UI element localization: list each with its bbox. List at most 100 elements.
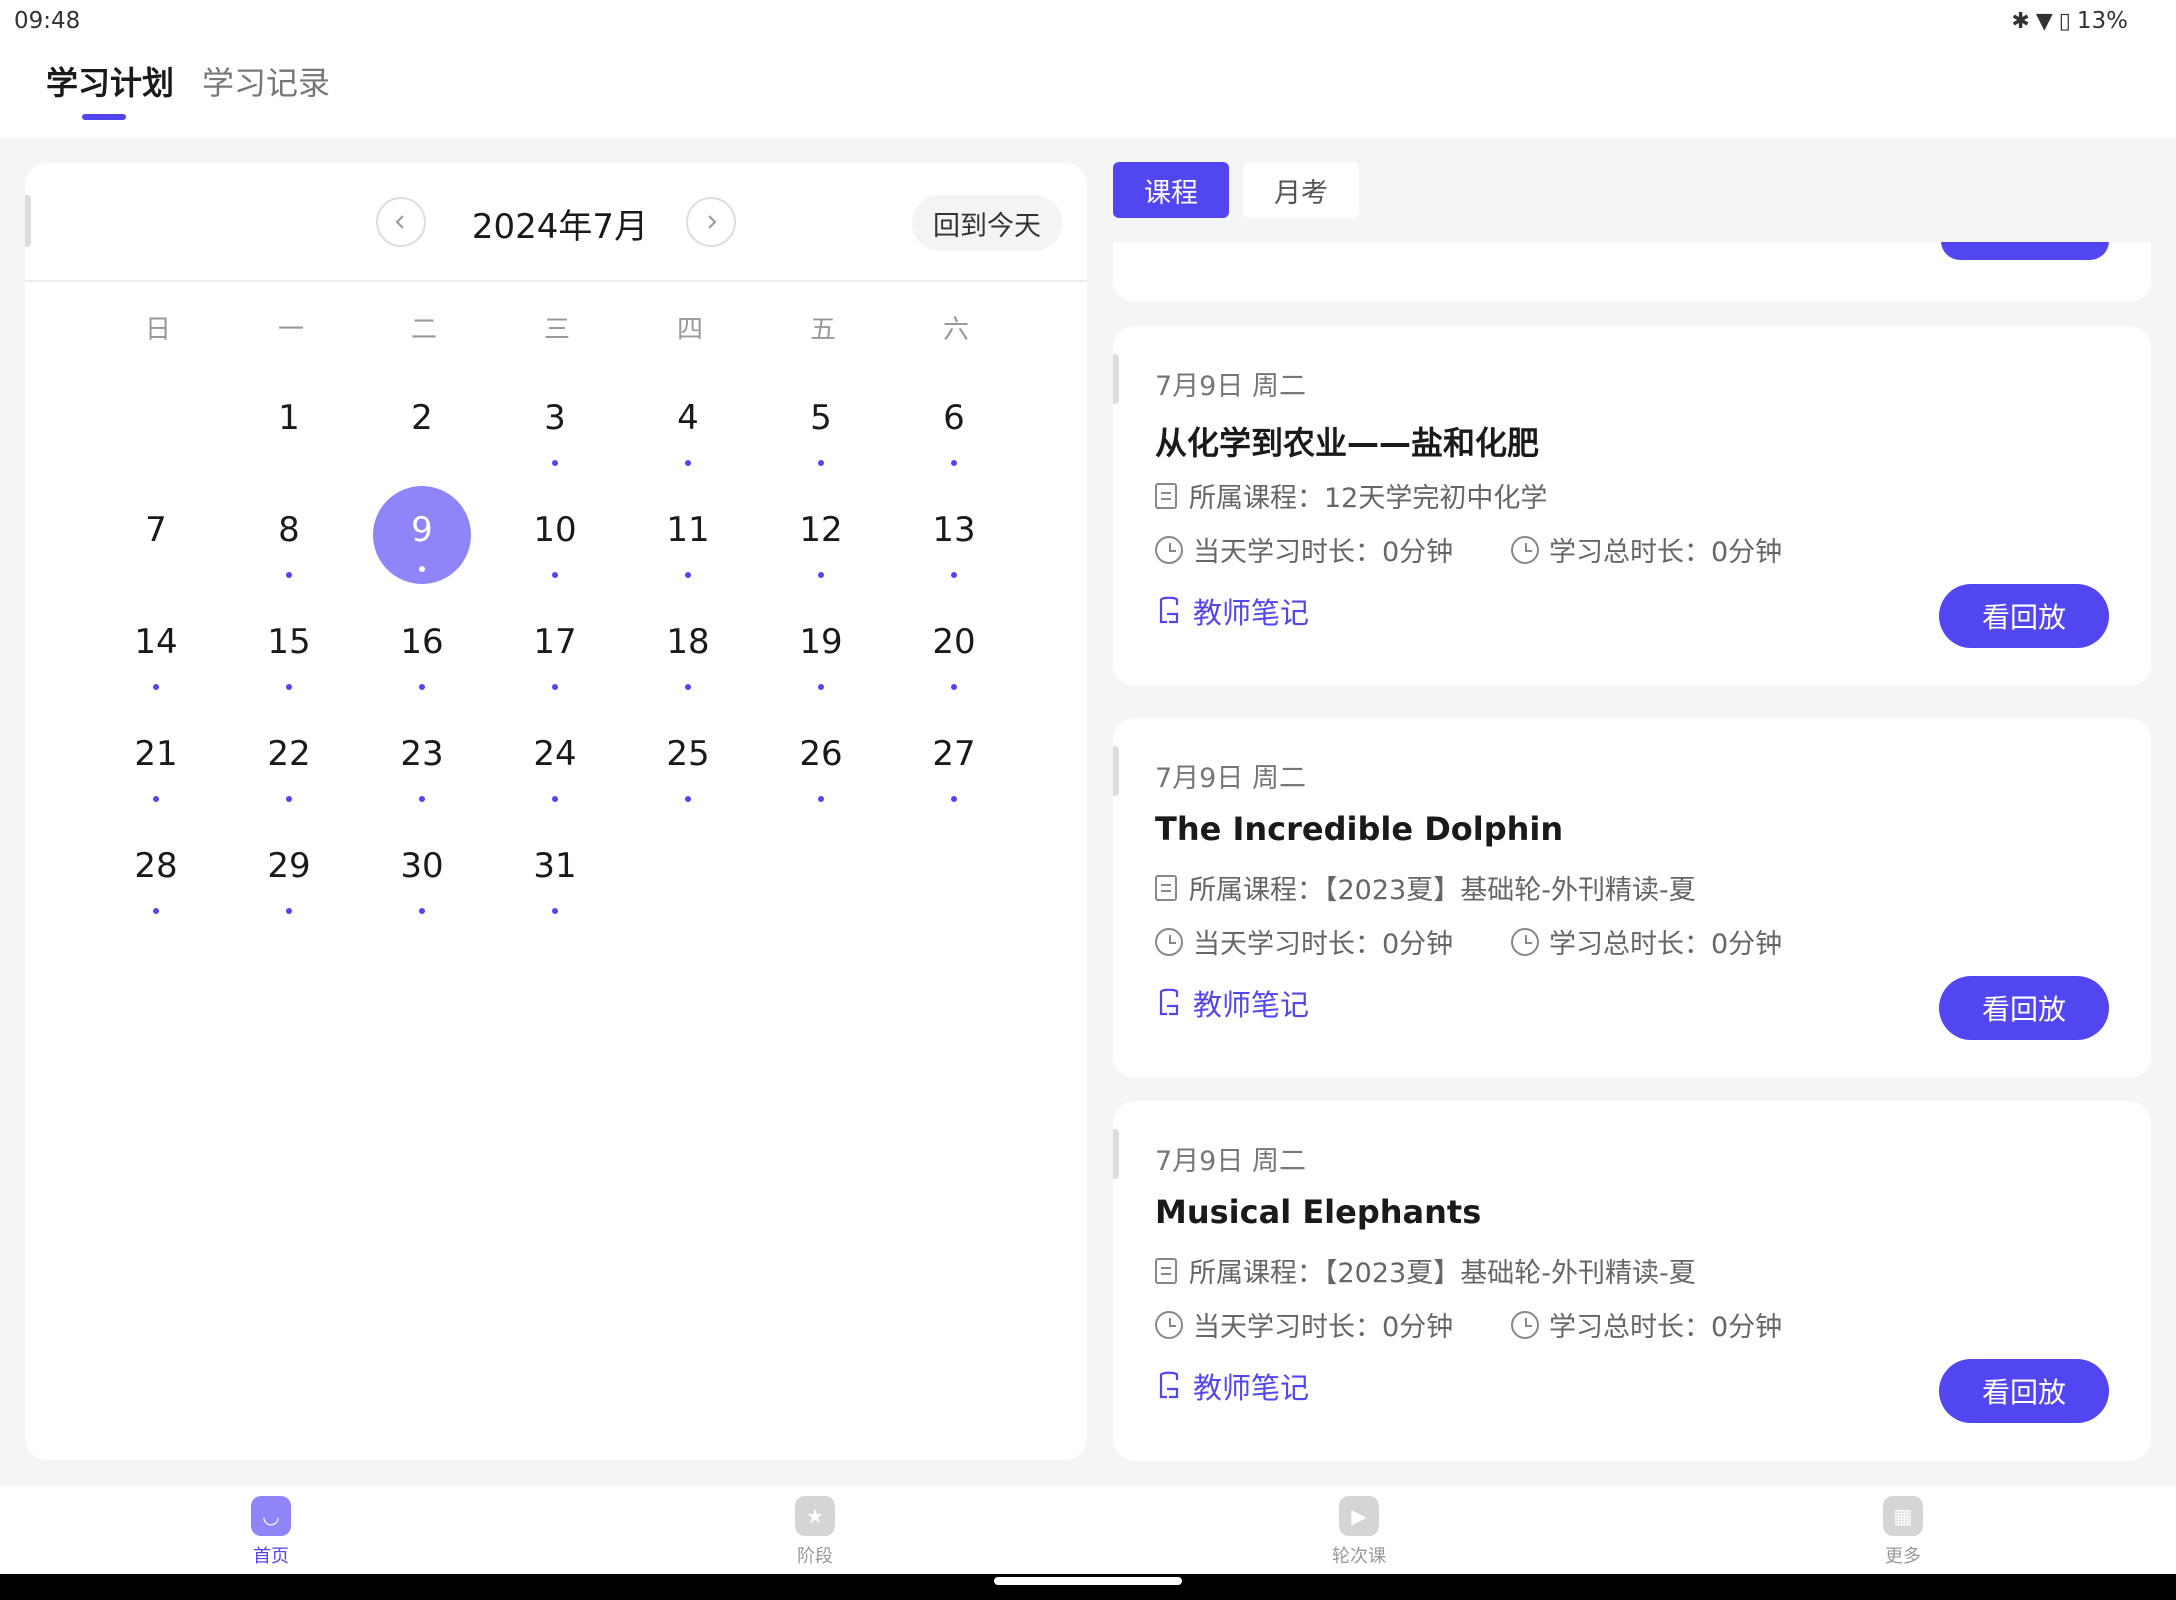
calendar-day[interactable]: 2 <box>372 374 472 474</box>
course-card: 7月9日 周二 The Incredible Dolphin 所属课程：【202… <box>1113 718 2151 1078</box>
calendar-day[interactable]: 28 <box>106 822 206 922</box>
event-dot <box>685 572 691 578</box>
calendar-day[interactable]: 20 <box>904 598 1004 698</box>
nav-stage[interactable]: ★ 阶段 <box>755 1496 875 1568</box>
replay-button-partial[interactable] <box>1941 242 2109 260</box>
day-duration-text: 当天学习时长：0分钟 <box>1193 1312 1454 1343</box>
calendar-day[interactable]: 11 <box>638 486 738 586</box>
card-accent-bar <box>1113 1129 1119 1179</box>
nav-round-course[interactable]: ▶ 轮次课 <box>1299 1496 1419 1568</box>
weekday-label: 五 <box>809 315 836 345</box>
calendar-day[interactable]: 21 <box>106 710 206 810</box>
course-title: Musical Elephants <box>1155 1193 1482 1231</box>
teacher-notes-link[interactable]: 教师笔记 <box>1155 1365 1309 1407</box>
calendar-day[interactable]: 12 <box>771 486 871 586</box>
weekday-label: 二 <box>410 315 437 345</box>
calendar-day[interactable]: 19 <box>771 598 871 698</box>
home-icon: ◡ <box>251 1496 291 1536</box>
calendar-day[interactable]: 17 <box>505 598 605 698</box>
day-duration-text: 当天学习时长：0分钟 <box>1193 929 1454 960</box>
belong-label: 所属课程： <box>1189 483 1324 514</box>
event-dot <box>818 796 824 802</box>
wifi-icon: ▼ <box>2035 8 2053 34</box>
total-duration-text: 学习总时长：0分钟 <box>1549 537 1783 568</box>
weekday-label: 六 <box>942 315 969 345</box>
calendar-accent-bar <box>25 195 31 247</box>
calendar-day[interactable]: 1 <box>239 374 339 474</box>
calendar-day[interactable]: 24 <box>505 710 605 810</box>
event-dot <box>951 684 957 690</box>
back-to-today-button[interactable]: 回到今天 <box>912 195 1062 251</box>
calendar-day[interactable]: 3 <box>505 374 605 474</box>
event-dot <box>419 566 425 572</box>
event-dot <box>286 908 292 914</box>
chevron-right-icon <box>708 215 717 229</box>
calendar-day[interactable]: 26 <box>771 710 871 810</box>
nav-more[interactable]: ▦ 更多 <box>1843 1496 1963 1568</box>
replay-button[interactable]: 看回放 <box>1939 976 2109 1040</box>
nav-home[interactable]: ◡ 首页 <box>211 1496 331 1568</box>
course-date: 7月9日 周二 <box>1155 371 1306 402</box>
event-dot <box>419 796 425 802</box>
segment-course[interactable]: 课程 <box>1113 162 1229 218</box>
calendar-divider <box>25 280 1087 282</box>
belong-course-name: 【2023夏】基础轮-外刊精读-夏 <box>1324 875 1696 906</box>
calendar-day[interactable]: 16 <box>372 598 472 698</box>
calendar-day[interactable]: 31 <box>505 822 605 922</box>
next-month-button[interactable] <box>686 197 736 247</box>
tab-study-plan[interactable]: 学习计划 <box>46 58 174 104</box>
day-duration: 当天学习时长：0分钟 <box>1155 530 1453 569</box>
event-dot <box>286 572 292 578</box>
calendar-day[interactable]: 30 <box>372 822 472 922</box>
calendar-day[interactable]: 18 <box>638 598 738 698</box>
top-bar: 09:48 ✱ ▼ ▯ 13% 学习计划 学习记录 <box>0 0 2176 138</box>
event-dot <box>419 908 425 914</box>
day-duration: 当天学习时长：0分钟 <box>1155 922 1453 961</box>
calendar-day-selected[interactable]: 9 <box>372 468 472 584</box>
clock-icon <box>1155 535 1183 564</box>
calendar-day[interactable]: 6 <box>904 374 1004 474</box>
prev-month-button[interactable] <box>376 197 426 247</box>
segment-monthly-exam[interactable]: 月考 <box>1243 162 1359 218</box>
calendar-day[interactable]: 4 <box>638 374 738 474</box>
home-gesture-bar[interactable] <box>994 1577 1182 1585</box>
calendar-day[interactable]: 7 <box>106 486 206 586</box>
calendar-day[interactable]: 8 <box>239 486 339 586</box>
calendar-day[interactable]: 22 <box>239 710 339 810</box>
nav-home-label: 首页 <box>253 1546 289 1567</box>
event-dot <box>951 572 957 578</box>
calendar-day[interactable]: 25 <box>638 710 738 810</box>
event-dot <box>286 796 292 802</box>
calendar-day[interactable]: 23 <box>372 710 472 810</box>
replay-button[interactable]: 看回放 <box>1939 584 2109 648</box>
calendar-day[interactable]: 14 <box>106 598 206 698</box>
calendar-day[interactable]: 27 <box>904 710 1004 810</box>
nav-stage-label: 阶段 <box>797 1546 833 1567</box>
teacher-notes-link[interactable]: 教师笔记 <box>1155 982 1309 1024</box>
course-date: 7月9日 周二 <box>1155 763 1306 794</box>
teacher-notes-icon <box>1155 596 1183 626</box>
video-icon: ▶ <box>1339 1496 1379 1536</box>
weekday-label: 四 <box>676 315 703 345</box>
tab-study-record[interactable]: 学习记录 <box>202 58 330 104</box>
calendar-day[interactable]: 10 <box>505 486 605 586</box>
clock-icon <box>1155 927 1183 956</box>
event-dot <box>153 796 159 802</box>
replay-button[interactable]: 看回放 <box>1939 1359 2109 1423</box>
calendar-day[interactable]: 13 <box>904 486 1004 586</box>
course-card: 7月9日 周二 Musical Elephants 所属课程：【2023夏】基础… <box>1113 1101 2151 1461</box>
day-duration: 当天学习时长：0分钟 <box>1155 1305 1453 1344</box>
nav-round-course-label: 轮次课 <box>1332 1546 1386 1567</box>
teacher-notes-link[interactable]: 教师笔记 <box>1155 590 1309 632</box>
event-dot <box>552 572 558 578</box>
event-dot <box>951 460 957 466</box>
calendar-day[interactable]: 29 <box>239 822 339 922</box>
calendar-day[interactable]: 15 <box>239 598 339 698</box>
weekday-label: 三 <box>543 315 570 345</box>
event-dot <box>552 684 558 690</box>
bluetooth-icon: ✱ <box>2011 8 2030 34</box>
calendar-day[interactable]: 5 <box>771 374 871 474</box>
day-duration-text: 当天学习时长：0分钟 <box>1193 537 1454 568</box>
event-dot <box>685 684 691 690</box>
document-icon <box>1155 482 1177 509</box>
